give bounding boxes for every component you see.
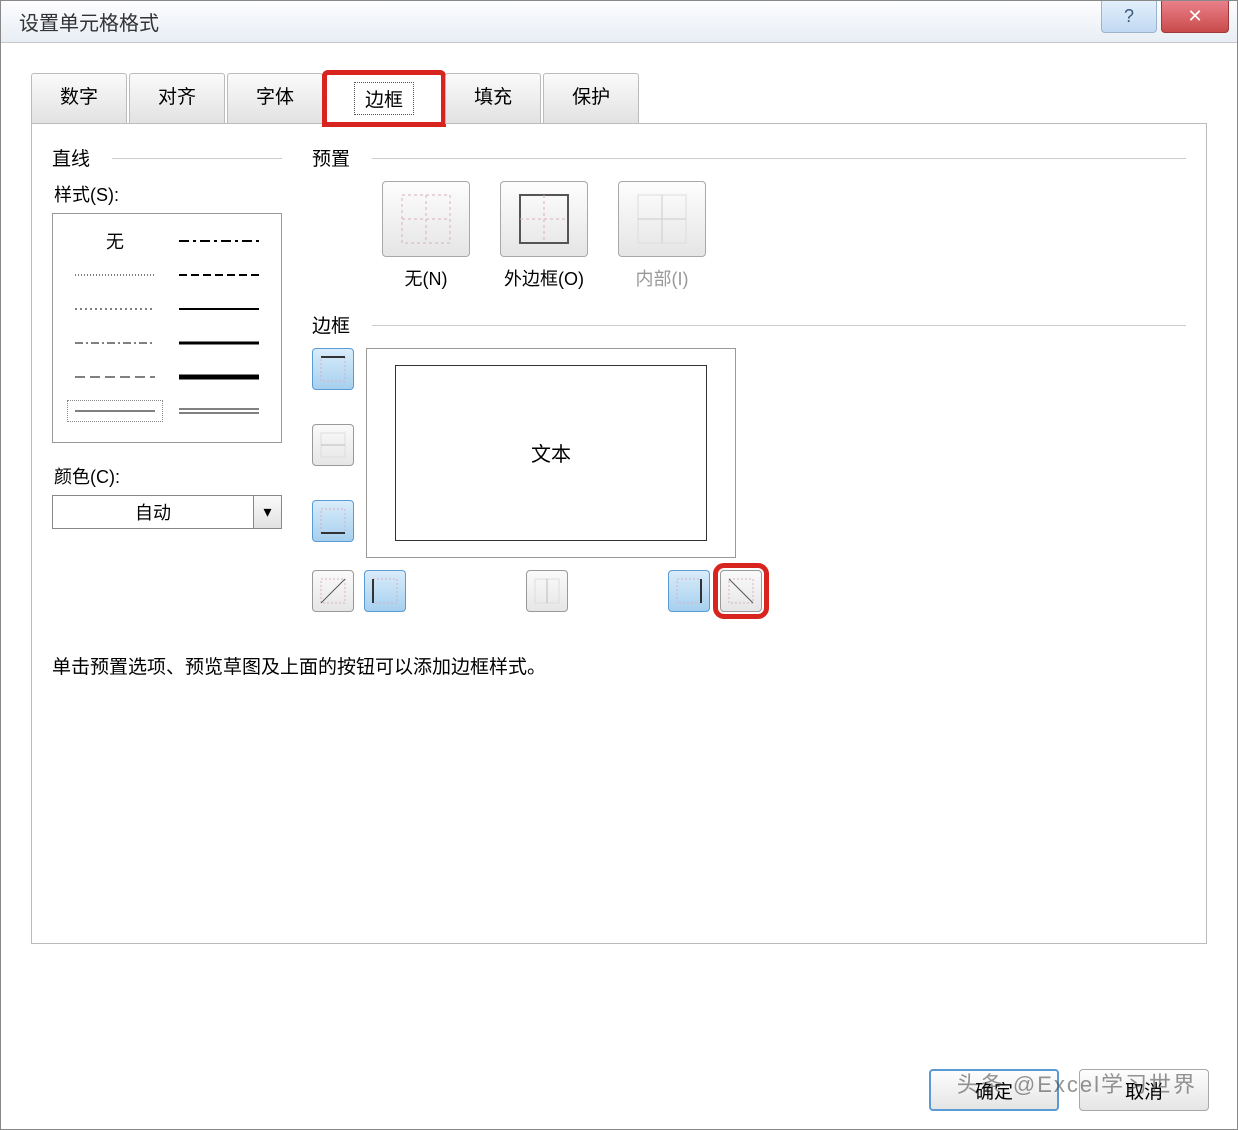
- close-icon: ✕: [1187, 6, 1202, 27]
- preset-none-item: 无(N): [382, 181, 470, 291]
- border-area: 文本: [312, 348, 1186, 558]
- ok-button[interactable]: 确定: [929, 1069, 1059, 1111]
- border-right-button[interactable]: [668, 570, 710, 612]
- titlebar: 设置单元格格式 ? ✕: [1, 1, 1237, 43]
- window-title: 设置单元格格式: [19, 7, 159, 36]
- tab-protection[interactable]: 保护: [543, 73, 639, 124]
- tab-font[interactable]: 字体: [227, 73, 323, 124]
- line-header: 直线: [52, 144, 282, 171]
- border-vmid-icon: [533, 577, 561, 605]
- border-bottom-buttons: [312, 570, 1186, 612]
- border-diag-up-icon: [319, 577, 347, 605]
- preset-outline-label: 外边框(O): [504, 265, 584, 291]
- line-style-double[interactable]: [171, 400, 267, 422]
- presets-row: 无(N) 外边框(O) 内部(I): [382, 181, 1186, 291]
- line-style-dash[interactable]: [67, 366, 163, 388]
- hint-text: 单击预置选项、预览草图及上面的按钮可以添加边框样式。: [52, 652, 1186, 679]
- color-label: 颜色(C):: [54, 463, 282, 489]
- preview-text: 文本: [531, 438, 571, 467]
- border-preview[interactable]: 文本: [366, 348, 736, 558]
- dialog-footer: 确定 取消: [929, 1069, 1209, 1111]
- right-panel: 预置 无(N) 外边框(O): [312, 144, 1186, 612]
- border-diag-down-button[interactable]: [720, 570, 762, 612]
- preset-inside-item: 内部(I): [618, 181, 706, 291]
- titlebar-buttons: ? ✕: [1101, 1, 1237, 42]
- border-section: 边框: [312, 311, 1186, 612]
- line-style-thin[interactable]: [67, 400, 163, 422]
- border-vmid-button[interactable]: [526, 570, 568, 612]
- border-left-icon: [371, 577, 399, 605]
- dialog-window: 设置单元格格式 ? ✕ 数字 对齐 字体 边框 填充 保护 直线 样式(S):: [0, 0, 1238, 1130]
- tab-strip: 数字 对齐 字体 边框 填充 保护: [31, 73, 1207, 124]
- border-header: 边框: [312, 311, 1186, 338]
- line-style-dash-dot[interactable]: [67, 332, 163, 354]
- help-icon: ?: [1124, 6, 1134, 27]
- color-dropdown[interactable]: 自动 ▾: [52, 495, 282, 529]
- preset-none-icon: [401, 194, 451, 244]
- preset-none-button[interactable]: [382, 181, 470, 257]
- cancel-button[interactable]: 取消: [1079, 1069, 1209, 1111]
- border-left-buttons: [312, 348, 354, 558]
- style-box: 无: [52, 213, 282, 443]
- color-group: 颜色(C): 自动 ▾: [52, 463, 282, 529]
- line-style-heavy[interactable]: [171, 366, 267, 388]
- dialog-content: 数字 对齐 字体 边框 填充 保护 直线 样式(S): 无: [1, 43, 1237, 1049]
- tab-fill[interactable]: 填充: [445, 73, 541, 124]
- line-style-none[interactable]: 无: [67, 230, 163, 252]
- border-right-icon: [675, 577, 703, 605]
- line-style-medium[interactable]: [171, 298, 267, 320]
- line-style-dash-dot-heavy[interactable]: [171, 230, 267, 252]
- border-top-icon: [319, 355, 347, 383]
- border-bottom-button[interactable]: [312, 500, 354, 542]
- line-style-dash-heavy[interactable]: [171, 264, 267, 286]
- border-bottom-icon: [319, 507, 347, 535]
- preset-outline-button[interactable]: [500, 181, 588, 257]
- border-top-button[interactable]: [312, 348, 354, 390]
- border-diag-up-button[interactable]: [312, 570, 354, 612]
- preset-none-label: 无(N): [405, 265, 448, 291]
- tab-border[interactable]: 边框: [325, 73, 443, 124]
- border-hmid-button[interactable]: [312, 424, 354, 466]
- dropdown-arrow-icon: ▾: [253, 496, 281, 528]
- tab-alignment[interactable]: 对齐: [129, 73, 225, 124]
- line-styles-grid: 无: [59, 224, 275, 432]
- border-left-button[interactable]: [364, 570, 406, 612]
- preview-cell: 文本: [395, 365, 708, 542]
- color-value: 自动: [53, 499, 253, 525]
- preset-outline-icon: [519, 194, 569, 244]
- line-style-dotted[interactable]: [67, 298, 163, 320]
- close-button[interactable]: ✕: [1161, 1, 1229, 33]
- preset-inside-icon: [637, 194, 687, 244]
- presets-header: 预置: [312, 144, 1186, 171]
- preset-outline-item: 外边框(O): [500, 181, 588, 291]
- border-hmid-icon: [319, 431, 347, 459]
- preset-inside-button[interactable]: [618, 181, 706, 257]
- line-style-thick[interactable]: [171, 332, 267, 354]
- line-style-hair[interactable]: [67, 264, 163, 286]
- border-panel: 直线 样式(S): 无: [31, 124, 1207, 944]
- preset-inside-label: 内部(I): [636, 265, 689, 291]
- style-label: 样式(S):: [54, 181, 282, 207]
- tab-number[interactable]: 数字: [31, 73, 127, 124]
- line-panel: 直线 样式(S): 无: [52, 144, 282, 612]
- border-diag-down-icon: [727, 577, 755, 605]
- help-button[interactable]: ?: [1101, 1, 1157, 33]
